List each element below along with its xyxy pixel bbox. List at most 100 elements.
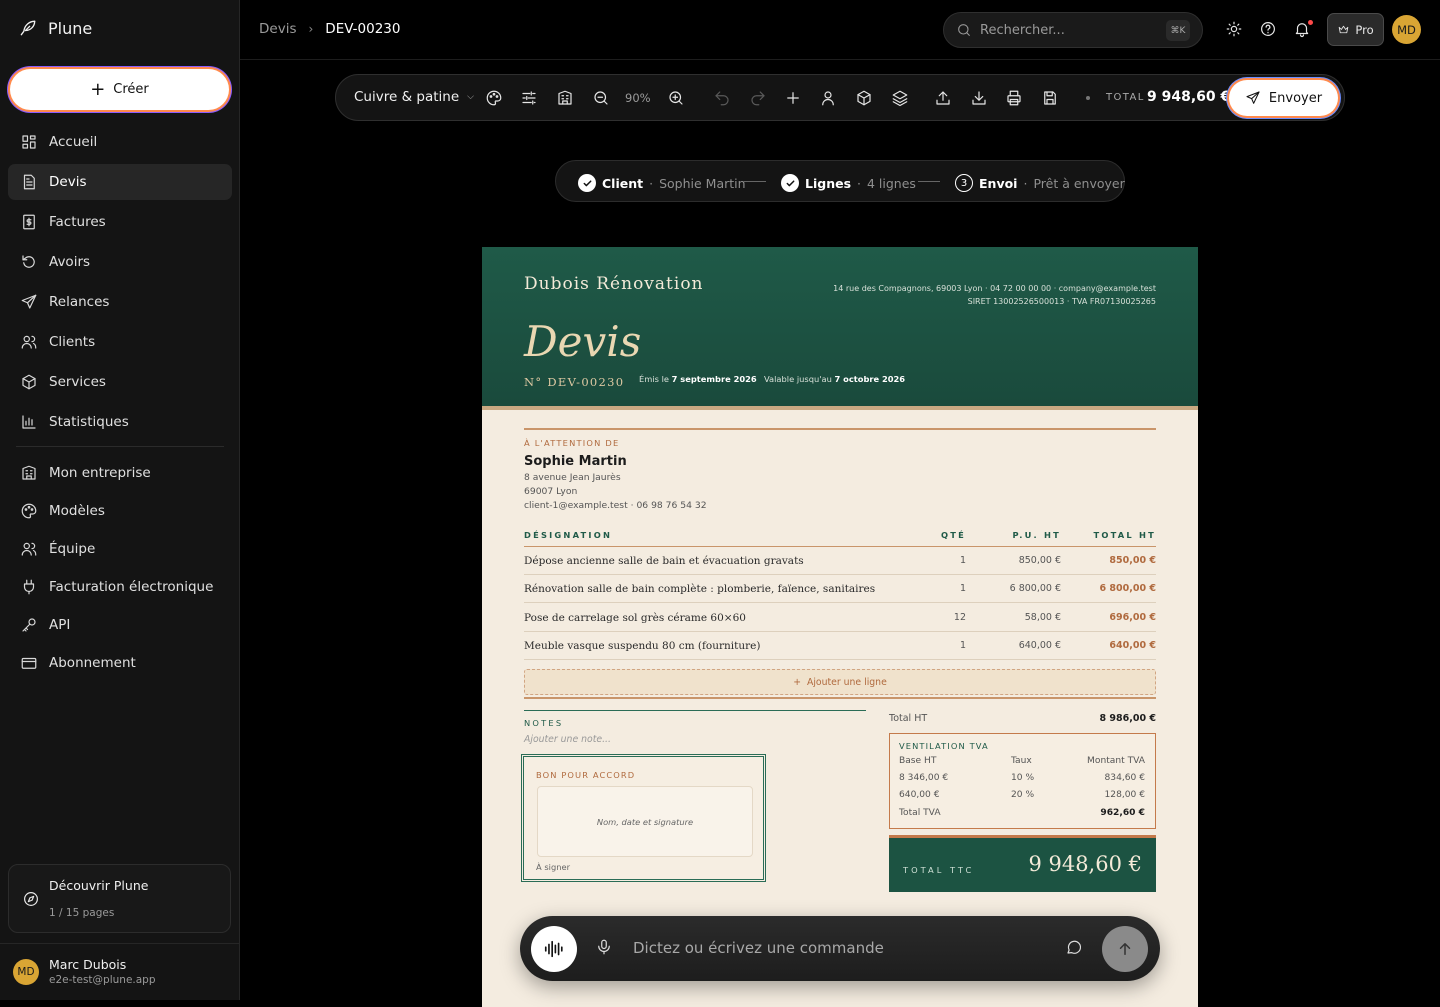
sidebar-item-mon-entreprise[interactable]: Mon entreprise xyxy=(8,455,232,491)
download-icon[interactable] xyxy=(970,89,988,107)
theme-select[interactable]: Cuivre & patine ⌵ xyxy=(354,89,474,105)
zoom-out-icon[interactable] xyxy=(592,89,610,107)
user-profile[interactable]: MD Marc Dubois e2e-test@plune.app xyxy=(13,957,156,986)
sidebar-item-label: Services xyxy=(49,374,106,390)
client-name[interactable]: Sophie Martin xyxy=(524,454,627,469)
check-icon xyxy=(578,174,596,192)
sliders-icon[interactable] xyxy=(520,89,538,107)
box-icon[interactable] xyxy=(855,89,873,107)
divider xyxy=(524,428,1156,430)
pro-plan-button[interactable]: Pro xyxy=(1327,13,1384,46)
signature-placeholder: Nom, date et signature xyxy=(596,816,694,827)
microphone-icon[interactable] xyxy=(595,938,613,956)
issue-date[interactable]: Émis le 7 septembre 2026 xyxy=(639,374,757,384)
sidebar-item-avoirs[interactable]: Avoirs xyxy=(8,244,232,280)
editor-toolbar: Cuivre & patine ⌵ 90% TOTAL 9 948,60 € E… xyxy=(335,74,1345,121)
print-icon[interactable] xyxy=(1005,89,1023,107)
sidebar-item-facturation-electronique[interactable]: Facturation électronique xyxy=(8,569,232,605)
table-row[interactable]: Rénovation salle de bain complète : plom… xyxy=(524,575,1156,603)
zoom-in-icon[interactable] xyxy=(667,89,685,107)
step-envoi[interactable]: 3 Envoi · Prêt à envoyer xyxy=(955,174,1125,192)
upload-icon[interactable] xyxy=(934,89,952,107)
submit-command-button[interactable] xyxy=(1102,926,1148,972)
valid-date-value: 7 octobre 2026 xyxy=(834,374,906,384)
breadcrumb: Devis › DEV-00230 xyxy=(259,21,400,37)
issue-date-prefix: Émis le xyxy=(639,374,669,384)
document-header: Dubois Rénovation 14 rue des Compagnons,… xyxy=(482,247,1198,410)
palette-icon[interactable] xyxy=(485,89,503,107)
search-box[interactable]: ⌘K xyxy=(943,12,1203,48)
sidebar-item-label: Devis xyxy=(49,174,87,190)
step-separator: · xyxy=(857,175,861,191)
undo-icon[interactable] xyxy=(713,89,731,107)
sidebar-item-abonnement[interactable]: Abonnement xyxy=(8,645,232,681)
notes-input[interactable]: Ajouter une note... xyxy=(524,734,611,745)
sidebar-item-label: Statistiques xyxy=(49,414,129,430)
layers-icon[interactable] xyxy=(891,89,909,107)
step-lignes[interactable]: Lignes · 4 lignes xyxy=(781,174,916,192)
sidebar-item-equipe[interactable]: Équipe xyxy=(8,531,232,567)
card-icon xyxy=(21,657,37,669)
discover-progress: 1 / 15 pages xyxy=(49,907,115,919)
user-name: Marc Dubois xyxy=(49,957,127,972)
building-icon[interactable] xyxy=(556,89,574,107)
vat-total-label: Total TVA xyxy=(899,808,941,818)
sidebar-item-factures[interactable]: Factures xyxy=(8,204,232,240)
table-row[interactable]: Pose de carrelage sol grès cérame 60×60 … xyxy=(524,604,1156,632)
valid-until-date[interactable]: Valable jusqu'au 7 octobre 2026 xyxy=(764,374,905,384)
sidebar-item-clients[interactable]: Clients xyxy=(8,324,232,360)
chat-bubble-icon[interactable] xyxy=(1065,938,1083,956)
breadcrumb-devis[interactable]: Devis xyxy=(259,21,296,37)
key-icon xyxy=(22,618,36,632)
signature-area[interactable]: Nom, date et signature xyxy=(537,786,753,857)
company-name[interactable]: Dubois Rénovation xyxy=(524,274,704,294)
voice-mode-button[interactable] xyxy=(531,926,577,972)
row-unit-price: 850,00 € xyxy=(1018,555,1061,566)
vat-row-amount: 834,60 € xyxy=(1104,773,1146,783)
command-input[interactable] xyxy=(633,937,1033,959)
sidebar-item-label: Abonnement xyxy=(49,655,136,671)
sun-icon[interactable] xyxy=(1225,20,1243,38)
row-designation: Rénovation salle de bain complète : plom… xyxy=(524,583,876,595)
step-separator: · xyxy=(649,175,654,191)
vat-row-base: 8 346,00 € xyxy=(899,773,949,783)
sidebar-item-devis[interactable]: Devis xyxy=(8,164,232,200)
sidebar-item-accueil[interactable]: Accueil xyxy=(8,124,232,160)
header-avatar[interactable]: MD xyxy=(1392,15,1421,44)
invoice-icon xyxy=(23,214,35,230)
discover-card[interactable]: Découvrir Plune 1 / 15 pages xyxy=(8,864,231,933)
chevron-right-icon: › xyxy=(308,22,314,36)
add-line-button[interactable]: + Ajouter une ligne xyxy=(524,669,1156,695)
redo-icon[interactable] xyxy=(749,89,767,107)
column-header-designation: DÉSIGNATION xyxy=(524,530,613,540)
sidebar-item-modeles[interactable]: Modèles xyxy=(8,493,232,529)
discover-title: Découvrir Plune xyxy=(49,878,149,893)
sidebar-item-statistiques[interactable]: Statistiques xyxy=(8,404,232,440)
company-details[interactable]: 14 rue des Compagnons, 69003 Lyon · 04 7… xyxy=(833,282,1156,308)
notes-label: NOTES xyxy=(524,718,564,728)
sidebar-item-relances[interactable]: Relances xyxy=(8,284,232,320)
search-input[interactable] xyxy=(980,22,1150,38)
step-client[interactable]: Client · Sophie Martin xyxy=(578,174,746,192)
plus-icon[interactable] xyxy=(784,89,802,107)
step-connector xyxy=(744,181,766,182)
row-designation: Dépose ancienne salle de bain et évacuat… xyxy=(524,555,804,567)
send-button[interactable]: Envoyer xyxy=(1229,80,1338,116)
table-row[interactable]: Meuble vasque suspendu 80 cm (fourniture… xyxy=(524,632,1156,660)
company-address: 14 rue des Compagnons, 69003 Lyon · 04 7… xyxy=(833,284,1156,293)
create-button[interactable]: + Créer xyxy=(10,69,229,110)
app-logo[interactable]: Plune xyxy=(18,18,92,38)
sidebar-item-services[interactable]: Services xyxy=(8,364,232,400)
user-icon[interactable] xyxy=(819,89,837,107)
save-icon[interactable] xyxy=(1041,89,1059,107)
signature-label: BON POUR ACCORD xyxy=(536,770,636,780)
row-designation: Pose de carrelage sol grès cérame 60×60 xyxy=(524,612,746,624)
sidebar-item-api[interactable]: API xyxy=(8,607,232,643)
compass-icon xyxy=(24,892,38,906)
zoom-level: 90% xyxy=(625,91,651,105)
row-designation: Meuble vasque suspendu 80 cm (fourniture… xyxy=(524,640,761,652)
vat-breakdown: VENTILATION TVA Base HT Taux Montant TVA… xyxy=(889,733,1156,829)
table-row[interactable]: Dépose ancienne salle de bain et évacuat… xyxy=(524,547,1156,575)
help-icon[interactable] xyxy=(1259,20,1277,38)
row-qty: 1 xyxy=(959,555,966,566)
